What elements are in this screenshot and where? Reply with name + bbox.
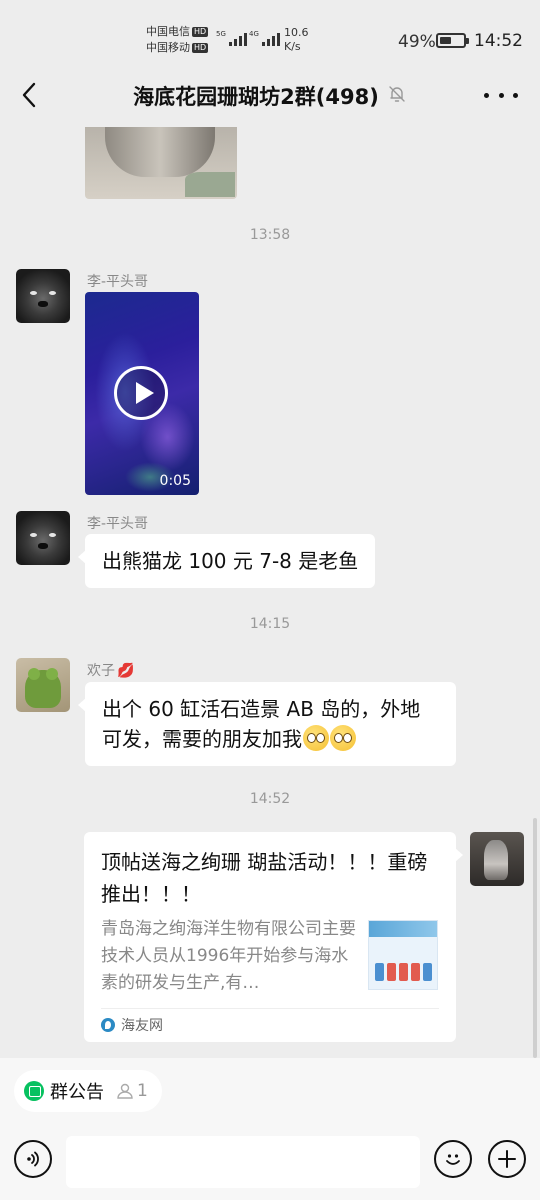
video-duration: 0:05 <box>159 473 191 489</box>
notice-label: 群公告 <box>50 1082 104 1103</box>
bell-off-icon <box>387 84 407 109</box>
timestamp: 13:58 <box>249 227 291 243</box>
voice-icon[interactable] <box>14 1140 52 1178</box>
card-thumbnail <box>368 920 438 990</box>
network-speed: 10.6 K/s <box>284 26 309 53</box>
card-title: 顶帖送海之绚珊 瑚盐活动！！！重磅推出！！！ <box>101 850 428 906</box>
play-icon[interactable] <box>114 366 168 420</box>
card-source: 海友网 <box>101 1015 163 1035</box>
status-bar: 中国电信 HD 中国移动 HD 5G 4G 10.6 K/s 49% 14:52 <box>0 0 540 70</box>
chat-header: 海底花园珊瑚坊2群(498) <box>0 70 540 120</box>
scrollbar[interactable] <box>533 818 537 1058</box>
text-message[interactable]: 出个 60 缸活石造景 AB 岛的，外地可发，需要的朋友加我 <box>78 682 456 766</box>
group-notice-button[interactable]: 群公告 1 <box>14 1070 162 1112</box>
avatar[interactable] <box>16 269 70 323</box>
pleading-face-icon <box>303 725 329 751</box>
card-description: 青岛海之绚海洋生物有限公司主要技术人员从1996年开始参与海水素的研发与生产,有… <box>101 919 356 993</box>
sender-name: 欢子 💋 <box>87 663 135 679</box>
image-message[interactable] <box>85 127 237 199</box>
hd-badge: HD <box>192 43 209 53</box>
signal-4g-icon: 4G <box>249 30 280 46</box>
link-card[interactable]: 顶帖送海之绚珊 瑚盐活动！！！重磅推出！！！ 青岛海之绚海洋生物有限公司主要技术… <box>84 832 463 1042</box>
avatar[interactable] <box>16 511 70 565</box>
battery-icon <box>436 33 469 48</box>
battery-percent: 49% <box>398 32 436 52</box>
notice-count: 1 <box>116 1081 148 1101</box>
notice-icon <box>24 1081 44 1101</box>
carrier-1: 中国电信 <box>146 25 190 38</box>
source-logo-icon <box>101 1018 115 1032</box>
message-text: 出熊猫龙 100 元 7-8 是老鱼 <box>102 549 359 573</box>
message-input[interactable] <box>66 1136 420 1188</box>
message-text: 出个 60 缸活石造景 AB 岛的，外地可发，需要的朋友加我 <box>102 697 421 751</box>
plus-icon[interactable] <box>488 1140 526 1178</box>
timestamp: 14:52 <box>249 791 291 807</box>
person-icon <box>117 1083 133 1099</box>
emoji-icon[interactable] <box>434 1140 472 1178</box>
status-time: 14:52 <box>474 31 523 51</box>
input-bar <box>0 1132 540 1200</box>
sender-name: 李-平头哥 <box>87 274 149 290</box>
text-message[interactable]: 出熊猫龙 100 元 7-8 是老鱼 <box>77 534 376 588</box>
more-icon[interactable] <box>484 82 518 108</box>
sender-name: 李-平头哥 <box>87 516 149 532</box>
avatar[interactable] <box>16 658 70 712</box>
carrier-info: 中国电信 HD 中国移动 HD <box>146 24 209 56</box>
carrier-2: 中国移动 <box>146 41 190 54</box>
signal-5g-icon: 5G <box>216 30 247 46</box>
timestamp: 14:15 <box>249 616 291 632</box>
hd-badge: HD <box>192 27 209 37</box>
pleading-face-icon <box>330 725 356 751</box>
chat-title[interactable]: 海底花园珊瑚坊2群(498) <box>133 81 379 111</box>
lips-icon: 💋 <box>117 663 135 679</box>
my-avatar[interactable] <box>470 832 524 886</box>
video-message[interactable]: 0:05 <box>85 292 199 495</box>
